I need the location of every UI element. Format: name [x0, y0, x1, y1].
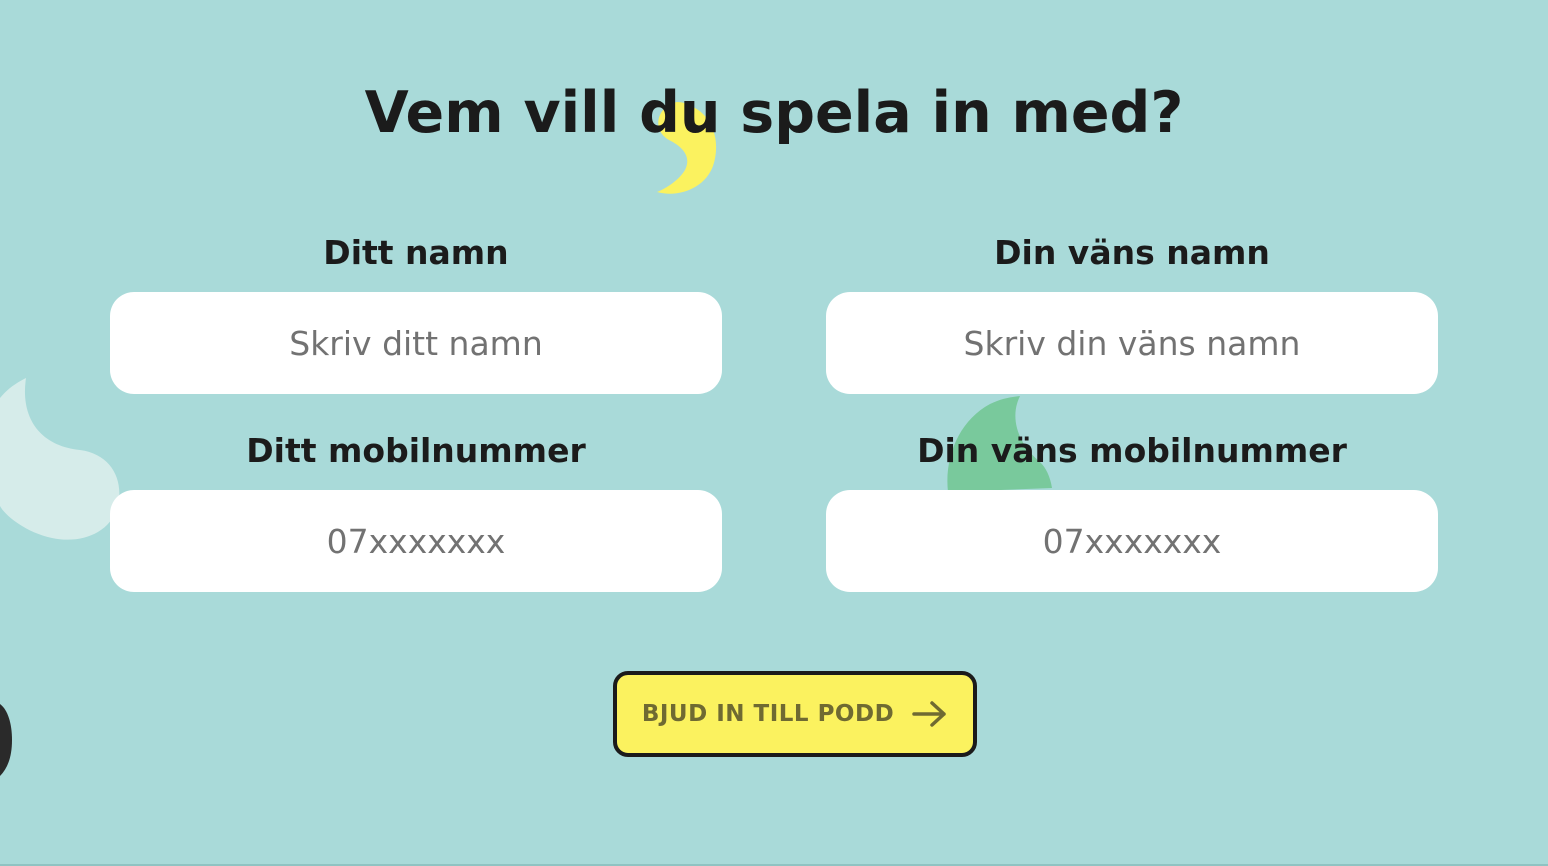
friend-name-input[interactable]: [826, 292, 1438, 394]
page-background: Vem vill du spela in med? Ditt namn Din …: [0, 0, 1548, 864]
your-phone-group: Ditt mobilnummer: [110, 431, 722, 592]
your-name-label: Ditt namn: [323, 233, 509, 272]
friend-name-label: Din väns namn: [994, 233, 1270, 272]
invite-to-podcast-button[interactable]: BJUD IN TILL PODD: [613, 671, 977, 757]
decorative-blob-light: [0, 378, 120, 540]
decorative-circle-dark: [0, 704, 12, 776]
your-phone-input[interactable]: [110, 490, 722, 592]
your-name-group: Ditt namn: [110, 233, 722, 394]
invite-button-label: BJUD IN TILL PODD: [641, 701, 895, 727]
friend-phone-input[interactable]: [826, 490, 1438, 592]
your-name-input[interactable]: [110, 292, 722, 394]
friend-name-group: Din väns namn: [826, 233, 1438, 394]
your-phone-label: Ditt mobilnummer: [246, 431, 586, 470]
arrow-right-icon: [912, 701, 946, 727]
friend-phone-group: Din väns mobilnummer: [826, 431, 1438, 592]
page-title: Vem vill du spela in med?: [364, 80, 1184, 146]
friend-phone-label: Din väns mobilnummer: [917, 431, 1347, 470]
